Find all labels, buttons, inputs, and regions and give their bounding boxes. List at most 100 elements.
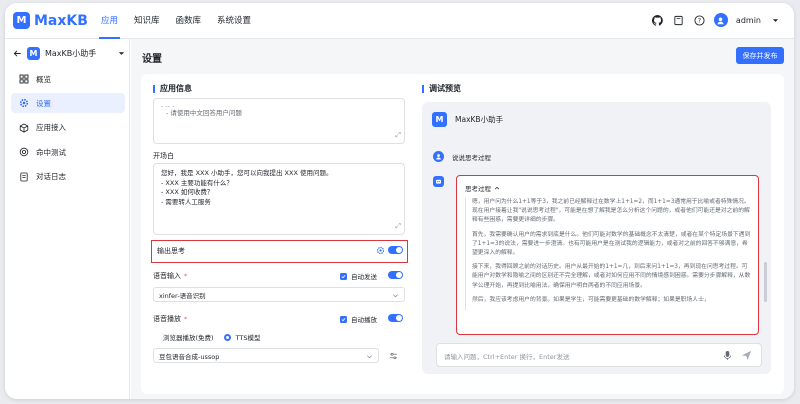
logo-mark: M — [13, 12, 30, 29]
sidebar-item-label: 命中测试 — [36, 147, 66, 157]
sidebar: M MaxKB小助手 概览 设置 应用接入 命中测试 对话日志 — [5, 39, 130, 399]
opening-textarea[interactable]: 您好，我是 XXX 小助手，您可以向我提出 XXX 使用问题。 - XXX 主要… — [153, 163, 405, 235]
opening-line: 您好，我是 XXX 小助手，您可以向我提出 XXX 使用问题。 — [161, 169, 333, 177]
sidebar-item-label: 设置 — [36, 98, 51, 108]
chevron-down-icon — [393, 294, 398, 298]
auto-send-checkbox[interactable]: 自动发送 — [340, 271, 377, 281]
resize-handle-icon[interactable]: ⤢ — [395, 222, 401, 232]
grid-icon — [19, 74, 29, 84]
bot-name: MaxKB小助手 — [455, 115, 504, 124]
top-right-tools: ? admin — [651, 13, 782, 27]
user-avatar-icon — [433, 151, 444, 162]
sidebar-menu: 概览 设置 应用接入 命中测试 对话日志 — [11, 69, 125, 191]
main-content: 设置 保存并发布 应用信息 - -- - - 请使用中文回答用户问题 ⤢ 开场白… — [131, 39, 794, 399]
output-thinking-toggle[interactable] — [388, 246, 403, 254]
preview-chat-area: M MaxKB小助手 说说思考过程 思考过程 嗯，用户问为什么1+1等于3，我之… — [422, 102, 771, 374]
voice-play-toggle[interactable] — [388, 314, 403, 322]
checkbox-icon — [340, 315, 347, 323]
logo[interactable]: M MaxKB — [13, 12, 88, 29]
chat-input-placeholder: 请输入问题，Ctrl+Enter 换行，Enter发送 — [444, 353, 570, 361]
settings-card: 应用信息 - -- - - 请使用中文回答用户问题 ⤢ 开场白 您好，我是 XX… — [141, 74, 784, 394]
thinking-toggle[interactable]: 思考过程 — [465, 183, 500, 193]
preview-header: M MaxKB小助手 — [432, 112, 503, 127]
tts-source-radio-group: 浏览器播放(免费) TTS模型 — [163, 332, 261, 342]
sidebar-item-label: 概览 — [36, 74, 51, 84]
voice-play-label: 语音播放 * — [153, 315, 187, 323]
tts-model-select[interactable]: 豆包语音合成-ussop — [153, 348, 379, 363]
github-icon[interactable] — [651, 14, 664, 27]
settings-gear-icon[interactable] — [376, 246, 385, 255]
voice-input-toggle[interactable] — [388, 271, 403, 279]
resize-handle-icon[interactable]: ⤢ — [395, 131, 401, 141]
opening-line: - XXX 主要功能有什么？ — [161, 178, 233, 187]
app-window: M MaxKB 应用 知识库 函数库 系统设置 ? admin M MaxKB小… — [5, 3, 794, 399]
auto-play-label: 自动播放 — [351, 316, 377, 324]
tts-browser-option[interactable]: 浏览器播放(免费) — [163, 332, 214, 342]
prompt-line: - 请使用中文回答用户问题 — [166, 109, 242, 117]
sidebar-item-label: 应用接入 — [36, 123, 66, 133]
chat-scrollbar[interactable] — [764, 262, 767, 302]
sidebar-item-app-access[interactable]: 应用接入 — [11, 118, 125, 138]
sidebar-item-label: 对话日志 — [36, 172, 66, 182]
sidebar-item-overview[interactable]: 概览 — [11, 69, 125, 89]
sidebar-item-hit-test[interactable]: 命中测试 — [11, 142, 125, 162]
voice-input-label: 语音输入 * — [153, 272, 187, 280]
bot-avatar-icon — [433, 176, 444, 187]
nav-item-system-settings[interactable]: 系统设置 — [215, 3, 253, 39]
user-message-text: 说说思考过程 — [452, 153, 491, 162]
thinking-content: 嗯，用户问为什么1+1等于3，我之前已经解释过在数学上1+1=2，而1+1=3通… — [465, 198, 752, 311]
top-navbar: M MaxKB 应用 知识库 函数库 系统设置 ? admin — [5, 3, 794, 39]
book-icon[interactable] — [672, 14, 685, 27]
tts-model-option[interactable]: TTS模型 — [236, 332, 261, 342]
send-icon[interactable] — [741, 350, 752, 361]
tts-model-value: 豆包语音合成-ussop — [159, 352, 220, 361]
main-nav: 应用 知识库 函数库 系统设置 — [99, 3, 253, 39]
sidebar-item-chat-log[interactable]: 对话日志 — [11, 167, 125, 187]
thinking-paragraph: 接下来，我得回顾之前的对话历史。用户从最开始的1+1=几，到后来问1+1=3，再… — [472, 264, 751, 289]
user-name[interactable]: admin — [736, 16, 761, 25]
app-info-panel: 应用信息 - -- - - 请使用中文回答用户问题 ⤢ 开场白 您好，我是 XX… — [151, 74, 408, 394]
nav-item-functions[interactable]: 函数库 — [174, 3, 204, 39]
output-thinking-label: 输出思考 — [157, 247, 185, 255]
prompt-textarea[interactable]: - -- - - 请使用中文回答用户问题 ⤢ — [153, 98, 405, 144]
nav-item-knowledge[interactable]: 知识库 — [132, 3, 162, 39]
page-title: 设置 — [142, 54, 162, 65]
caret-down-icon[interactable] — [118, 50, 125, 57]
nav-item-apps[interactable]: 应用 — [99, 3, 121, 39]
document-icon — [19, 172, 29, 182]
auto-play-checkbox[interactable]: 自动播放 — [340, 314, 377, 324]
sidebar-item-settings[interactable]: 设置 — [11, 93, 125, 114]
thinking-paragraph: 首先，我需要确认用户的需求到底是什么。他们可能对数学的基础概念不太清楚，或者在某… — [472, 231, 751, 257]
avatar[interactable] — [713, 13, 728, 27]
opening-line: - XXX 如何收费？ — [161, 188, 214, 197]
debug-preview-panel: 调试预览 M MaxKB小助手 说说思考过程 思考过程 嗯，用户问为什么1+1等… — [419, 74, 784, 394]
auto-send-label: 自动发送 — [351, 273, 377, 281]
logo-text: MaxKB — [34, 12, 88, 29]
thinking-title: 思考过程 — [465, 185, 491, 193]
back-arrow-icon[interactable] — [13, 49, 22, 58]
opening-label: 开场白 — [153, 152, 174, 160]
gear-icon — [19, 98, 29, 108]
voice-input-model-value: xinfer-语音识别 — [159, 291, 206, 300]
svg-text:?: ? — [698, 16, 701, 24]
voice-input-model-select[interactable]: xinfer-语音识别 — [153, 287, 405, 302]
cube-icon — [19, 123, 29, 133]
section-title-preview: 调试预览 — [422, 85, 461, 93]
user-message: 说说思考过程 — [433, 151, 491, 162]
app-switcher[interactable]: M MaxKB小助手 — [13, 47, 125, 60]
chat-input[interactable]: 请输入问题，Ctrl+Enter 换行，Enter发送 — [436, 343, 762, 367]
microphone-icon[interactable] — [723, 350, 732, 361]
output-thinking-highlight — [151, 240, 408, 263]
sliders-icon[interactable] — [389, 352, 398, 360]
save-publish-button[interactable]: 保存并发布 — [736, 47, 784, 64]
help-icon[interactable]: ? — [693, 14, 706, 27]
section-title-app-info: 应用信息 — [153, 85, 192, 93]
opening-line: - 需要转人工服务 — [161, 197, 211, 206]
thinking-paragraph: 然后，我应该考虑用户的背景。如果是学生，可能需要更基础的数学解释；如果是职场人士… — [472, 296, 710, 303]
bot-badge: M — [432, 112, 447, 127]
chevron-up-icon — [494, 186, 500, 190]
radio-icon[interactable] — [223, 333, 231, 341]
app-badge: M — [27, 47, 40, 60]
chevron-down-icon — [367, 355, 372, 359]
caret-down-icon[interactable] — [769, 14, 782, 27]
